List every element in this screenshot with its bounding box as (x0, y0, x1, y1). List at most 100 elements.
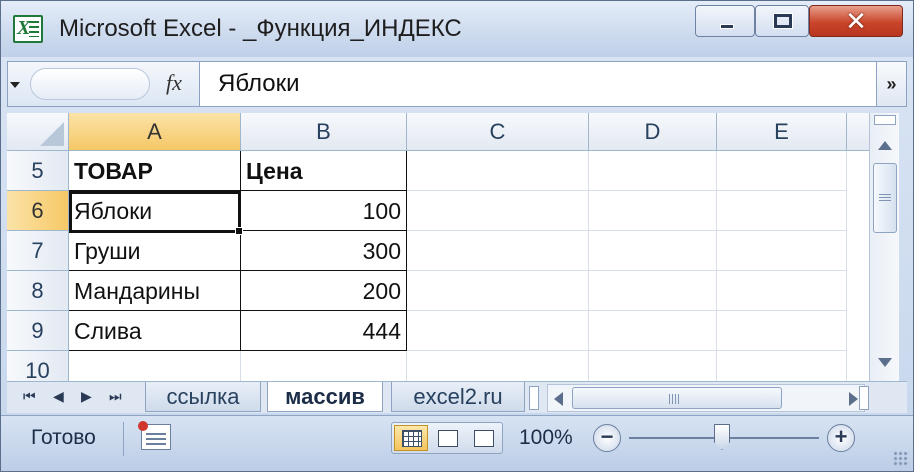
macro-line (146, 438, 166, 440)
zoom-level[interactable]: 100% (519, 426, 573, 450)
grip-icon (879, 194, 891, 202)
status-ready-text: Готово (31, 426, 96, 449)
page-break-icon (474, 430, 494, 447)
prev-sheet-icon[interactable]: ◀ (53, 388, 64, 405)
name-box-dropdown-icon[interactable] (10, 82, 20, 88)
cell-e5[interactable] (717, 151, 847, 191)
horizontal-split-box[interactable] (859, 386, 869, 410)
cell-b6[interactable]: 100 (241, 191, 407, 231)
cell-a6[interactable]: Яблоки (69, 191, 241, 231)
vertical-scroll-thumb[interactable] (873, 163, 897, 233)
column-header-e[interactable]: E (717, 113, 847, 151)
next-sheet-icon[interactable]: ▶ (81, 388, 92, 405)
row-header-6[interactable]: 6 (7, 191, 69, 231)
row-header-5[interactable]: 5 (7, 151, 69, 191)
cell-c10[interactable] (407, 351, 589, 381)
grip-icon (669, 394, 681, 404)
sheet-tab-massiv[interactable]: массив (267, 382, 383, 412)
macro-line (146, 433, 166, 435)
column-header-b[interactable]: B (241, 113, 407, 151)
cell-d10[interactable] (589, 351, 717, 381)
last-sheet-icon[interactable]: ⏭ (109, 388, 122, 405)
cell-d8[interactable] (589, 271, 717, 311)
cell-c8[interactable] (407, 271, 589, 311)
cell-a8[interactable]: Мандарины (69, 271, 241, 311)
horizontal-scrollbar[interactable] (547, 384, 865, 412)
scroll-up-arrow-icon[interactable] (878, 141, 892, 150)
excel-lines-glyph (29, 21, 39, 37)
vertical-split-box[interactable] (874, 115, 896, 125)
cell-b10[interactable] (241, 351, 407, 381)
insert-function-button[interactable]: fx (166, 70, 182, 96)
title-bar[interactable]: X Microsoft Excel - _Функция_ИНДЕКС ✕ (1, 1, 913, 57)
status-bar: Готово 100% − + (1, 415, 913, 471)
row-header-10[interactable]: 10 (7, 351, 69, 381)
cell-d6[interactable] (589, 191, 717, 231)
excel-app-icon[interactable]: X (13, 15, 43, 43)
cell-e6[interactable] (717, 191, 847, 231)
minimize-button[interactable] (695, 5, 755, 37)
first-sheet-icon[interactable]: ⏮ (23, 388, 36, 405)
resize-grip-icon[interactable] (893, 451, 909, 467)
page-break-view-button[interactable] (466, 425, 500, 451)
maximize-button[interactable] (755, 5, 809, 37)
status-divider (123, 422, 124, 456)
cell-c5[interactable] (407, 151, 589, 191)
expand-formula-bar-button[interactable]: » (876, 62, 906, 106)
row-header-9[interactable]: 9 (7, 311, 69, 351)
page-layout-icon (438, 430, 458, 447)
page-layout-view-button[interactable] (430, 425, 464, 451)
sheet-tab-excel2[interactable]: excel2.ru (391, 382, 525, 412)
cell-c9[interactable] (407, 311, 589, 351)
column-header-c[interactable]: C (407, 113, 589, 151)
cell-d9[interactable] (589, 311, 717, 351)
excel-window: X Microsoft Excel - _Функция_ИНДЕКС ✕ fx… (0, 0, 914, 472)
zoom-out-button[interactable]: − (593, 424, 621, 452)
column-header-a[interactable]: A (69, 113, 241, 151)
name-box[interactable] (30, 68, 150, 100)
row-header-8[interactable]: 8 (7, 271, 69, 311)
horizontal-scroll-thumb[interactable] (572, 387, 782, 409)
macro-line (146, 443, 166, 445)
scroll-right-arrow-icon[interactable] (849, 392, 858, 406)
cell-d5[interactable] (589, 151, 717, 191)
sheet-tab-ssylka[interactable]: ссылка (145, 382, 261, 412)
vertical-scrollbar[interactable] (869, 113, 899, 381)
column-header-d[interactable]: D (589, 113, 717, 151)
tab-split-box[interactable] (529, 386, 539, 410)
cell-e9[interactable] (717, 311, 847, 351)
close-button[interactable]: ✕ (809, 5, 903, 37)
normal-view-button[interactable] (394, 425, 428, 451)
sheet-tab-bar: ⏮ ◀ ▶ ⏭ ссылка массив excel2.ru (7, 381, 907, 413)
cell-b9[interactable]: 444 (241, 311, 407, 351)
select-all-button[interactable] (7, 113, 69, 151)
view-shortcuts (391, 422, 503, 454)
formula-input[interactable]: Яблоки (218, 70, 300, 98)
minimize-icon (720, 24, 734, 29)
cell-e8[interactable] (717, 271, 847, 311)
maximize-icon (773, 13, 793, 29)
cell-b5[interactable]: Цена (241, 151, 407, 191)
cell-e10[interactable] (717, 351, 847, 381)
zoom-in-button[interactable]: + (827, 424, 855, 452)
scroll-left-arrow-icon[interactable] (554, 392, 563, 406)
record-macro-icon[interactable] (138, 421, 171, 450)
fill-handle[interactable] (235, 227, 243, 235)
cell-a5[interactable]: ТОВАР (69, 151, 241, 191)
worksheet-grid[interactable]: A B C D E 5 ТОВАР Цена 6 Яблоки 100 7 Гр… (7, 113, 869, 381)
cell-d7[interactable] (589, 231, 717, 271)
cell-a10[interactable] (69, 351, 241, 381)
cell-b7[interactable]: 300 (241, 231, 407, 271)
zoom-slider-thumb[interactable] (714, 424, 730, 450)
formula-bar: fx Яблоки » (7, 61, 907, 107)
row-header-7[interactable]: 7 (7, 231, 69, 271)
cell-e7[interactable] (717, 231, 847, 271)
scroll-down-arrow-icon[interactable] (878, 358, 892, 367)
cell-a9[interactable]: Слива (69, 311, 241, 351)
cell-c6[interactable] (407, 191, 589, 231)
cell-b8[interactable]: 200 (241, 271, 407, 311)
column-header-f-partial[interactable] (847, 113, 869, 151)
cell-a7[interactable]: Груши (69, 231, 241, 271)
record-dot-icon (138, 421, 148, 431)
cell-c7[interactable] (407, 231, 589, 271)
